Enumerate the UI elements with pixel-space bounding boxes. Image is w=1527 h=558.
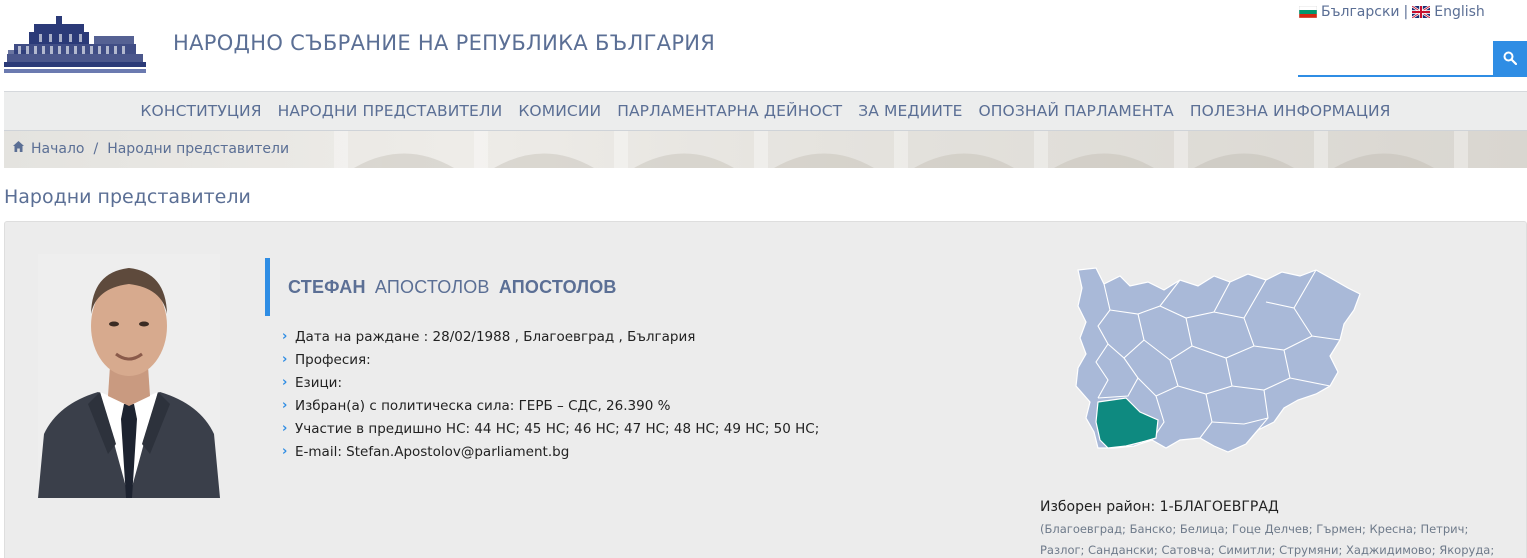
fact-text: Участие в предишно НС: 44 НС; 45 НС; 46 … xyxy=(295,420,820,437)
chevron-right-icon: › xyxy=(282,398,288,413)
fact-previous-assemblies: › Участие в предишно НС: 44 НС; 45 НС; 4… xyxy=(282,417,819,440)
lang-english-link[interactable]: English xyxy=(1434,4,1485,20)
page-title: Народни представители xyxy=(4,186,251,208)
mp-middle-name: АПОСТОЛОВ xyxy=(374,276,490,297)
search-bar xyxy=(1298,41,1527,77)
nav-parliamentary-activity[interactable]: ПАРЛАМЕНТАРНА ДЕЙНОСТ xyxy=(617,102,842,120)
chevron-right-icon: › xyxy=(282,444,288,459)
fact-languages: › Езици: xyxy=(282,371,819,394)
breadcrumb-current[interactable]: Народни представители xyxy=(107,141,289,157)
nav-useful-information[interactable]: ПОЛЕЗНА ИНФОРМАЦИЯ xyxy=(1190,102,1391,120)
nav-for-media[interactable]: ЗА МЕДИИТЕ xyxy=(858,102,962,120)
fact-text[interactable]: E-mail: Stefan.Apostolov@parliament.bg xyxy=(295,444,569,460)
mp-facts-list: › Дата на раждане : 28/02/1988 , Благоев… xyxy=(282,325,819,463)
breadcrumb-band: Начало / Народни представители xyxy=(4,131,1527,168)
language-switcher: Български | English xyxy=(1298,4,1485,20)
nav-members-of-parliament[interactable]: НАРОДНИ ПРЕДСТАВИТЕЛИ xyxy=(278,102,503,120)
mp-name-heading: СТЕФАН АПОСТОЛОВ АПОСТОЛОВ xyxy=(265,258,617,316)
fact-email[interactable]: › E-mail: Stefan.Apostolov@parliament.bg xyxy=(282,440,819,463)
electoral-district-label: Изборен район: 1-БЛАГОЕВГРАД xyxy=(1040,499,1279,515)
mp-first-name: СТЕФАН xyxy=(288,276,366,297)
fact-text: Избран(а) с политическа сила: ГЕРБ – СДС… xyxy=(295,397,671,414)
breadcrumb-separator: / xyxy=(93,140,99,157)
uk-flag-icon xyxy=(1411,5,1431,19)
lang-separator: | xyxy=(1403,4,1409,20)
chevron-right-icon: › xyxy=(282,352,288,367)
chevron-right-icon: › xyxy=(282,375,288,390)
chevron-right-icon: › xyxy=(282,421,288,436)
lang-bulgarian-link[interactable]: Български xyxy=(1321,4,1400,20)
home-icon[interactable] xyxy=(12,140,25,157)
breadcrumb: Начало / Народни представители xyxy=(12,140,289,157)
fact-text: Професия: xyxy=(295,351,371,368)
fact-text: Езици: xyxy=(295,374,342,391)
bulgarian-flag-icon xyxy=(1298,5,1318,19)
parliament-logo[interactable] xyxy=(4,14,146,78)
mp-portrait-photo xyxy=(38,254,220,498)
chevron-right-icon: › xyxy=(282,329,288,344)
fact-birth-date: › Дата на раждане : 28/02/1988 , Благоев… xyxy=(282,325,819,348)
search-input[interactable] xyxy=(1298,41,1493,77)
breadcrumb-home-link[interactable]: Начало xyxy=(31,141,84,157)
fact-political-party: › Избран(а) с политическа сила: ГЕРБ – С… xyxy=(282,394,819,417)
site-title[interactable]: НАРОДНО СЪБРАНИЕ НА РЕПУБЛИКА БЪЛГАРИЯ xyxy=(173,31,715,55)
search-icon xyxy=(1503,51,1518,68)
search-button[interactable] xyxy=(1493,41,1527,77)
fact-text: Дата на раждане : 28/02/1988 , Благоевгр… xyxy=(295,328,696,345)
main-nav: КОНСТИТУЦИЯ НАРОДНИ ПРЕДСТАВИТЕЛИ КОМИСИ… xyxy=(4,91,1527,131)
bulgaria-district-map[interactable] xyxy=(1068,262,1364,460)
electoral-district-municipalities: (Благоевград; Банско; Белица; Гоце Делче… xyxy=(1040,522,1495,557)
mp-last-name: АПОСТОЛОВ xyxy=(498,276,617,297)
nav-discover-parliament[interactable]: ОПОЗНАЙ ПАРЛАМЕНТА xyxy=(978,102,1173,120)
nav-constitution[interactable]: КОНСТИТУЦИЯ xyxy=(140,102,261,120)
nav-committees[interactable]: КОМИСИИ xyxy=(518,102,601,120)
fact-profession: › Професия: xyxy=(282,348,819,371)
